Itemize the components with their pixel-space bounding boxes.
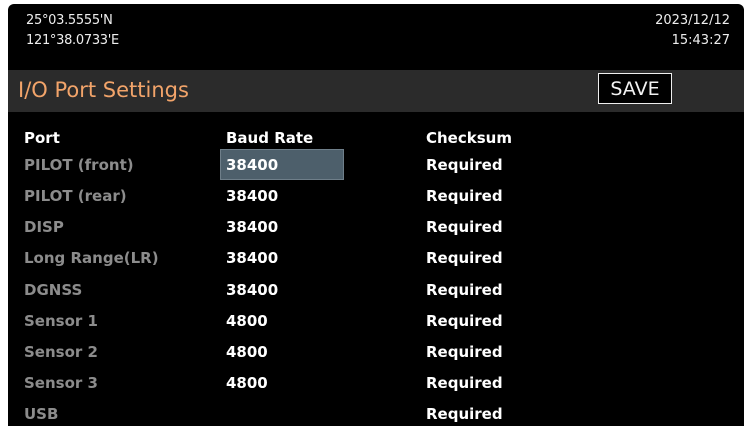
table-row[interactable]: Sensor 3 4800 Required [8, 367, 744, 398]
baud-rate-field[interactable]: 38400 [220, 274, 344, 305]
table-row[interactable]: USB Required [8, 398, 744, 426]
baud-rate-field[interactable]: 38400 [220, 149, 344, 180]
port-name: Sensor 2 [24, 343, 98, 361]
baud-rate-field[interactable]: 4800 [220, 305, 344, 336]
checksum-field[interactable]: Required [426, 217, 503, 237]
baud-rate-field[interactable]: 4800 [220, 336, 344, 367]
port-name: Sensor 1 [24, 312, 98, 330]
port-name: DISP [24, 218, 64, 236]
column-header-port: Port [24, 129, 60, 147]
table-row[interactable]: Sensor 2 4800 Required [8, 336, 744, 367]
baud-rate-field[interactable]: 38400 [220, 180, 344, 211]
port-name: Sensor 3 [24, 374, 98, 392]
position-readout: 25°03.5555'N 121°38.0733'E [26, 11, 119, 51]
baud-rate-field[interactable]: 38400 [220, 211, 344, 242]
page-title: I/O Port Settings [18, 78, 189, 102]
latitude: 25°03.5555'N [26, 13, 113, 28]
baud-rate-field[interactable]: 4800 [220, 367, 344, 398]
table-row[interactable]: DGNSS 38400 Required [8, 274, 744, 305]
table-row[interactable]: DISP 38400 Required [8, 211, 744, 242]
checksum-field[interactable]: Required [426, 342, 503, 362]
checksum-field[interactable]: Required [426, 373, 503, 393]
column-header-checksum: Checksum [426, 129, 512, 147]
checksum-field[interactable]: Required [426, 155, 503, 175]
port-name: PILOT (front) [24, 156, 134, 174]
column-header-baud-rate: Baud Rate [226, 129, 314, 147]
checksum-field[interactable]: Required [426, 248, 503, 268]
checksum-field[interactable]: Required [426, 404, 503, 424]
checksum-field[interactable]: Required [426, 280, 503, 300]
baud-rate-field[interactable] [220, 398, 344, 426]
device-screen: 25°03.5555'N 121°38.0733'E 2023/12/12 15… [8, 4, 744, 426]
port-name: DGNSS [24, 281, 83, 299]
table-row[interactable]: PILOT (front) 38400 Required [8, 149, 744, 180]
baud-rate-field[interactable]: 38400 [220, 242, 344, 273]
time: 15:43:27 [671, 33, 730, 48]
checksum-field[interactable]: Required [426, 186, 503, 206]
datetime-readout: 2023/12/12 15:43:27 [655, 11, 730, 51]
longitude: 121°38.0733'E [26, 33, 119, 48]
port-name: USB [24, 405, 59, 423]
save-button[interactable]: SAVE [598, 73, 672, 104]
port-name: Long Range(LR) [24, 249, 159, 267]
table-row[interactable]: PILOT (rear) 38400 Required [8, 180, 744, 211]
table-row[interactable]: Long Range(LR) 38400 Required [8, 242, 744, 273]
date: 2023/12/12 [655, 13, 730, 28]
checksum-field[interactable]: Required [426, 311, 503, 331]
table-row[interactable]: Sensor 1 4800 Required [8, 305, 744, 336]
port-name: PILOT (rear) [24, 187, 127, 205]
title-bar: I/O Port Settings SAVE [8, 70, 744, 112]
